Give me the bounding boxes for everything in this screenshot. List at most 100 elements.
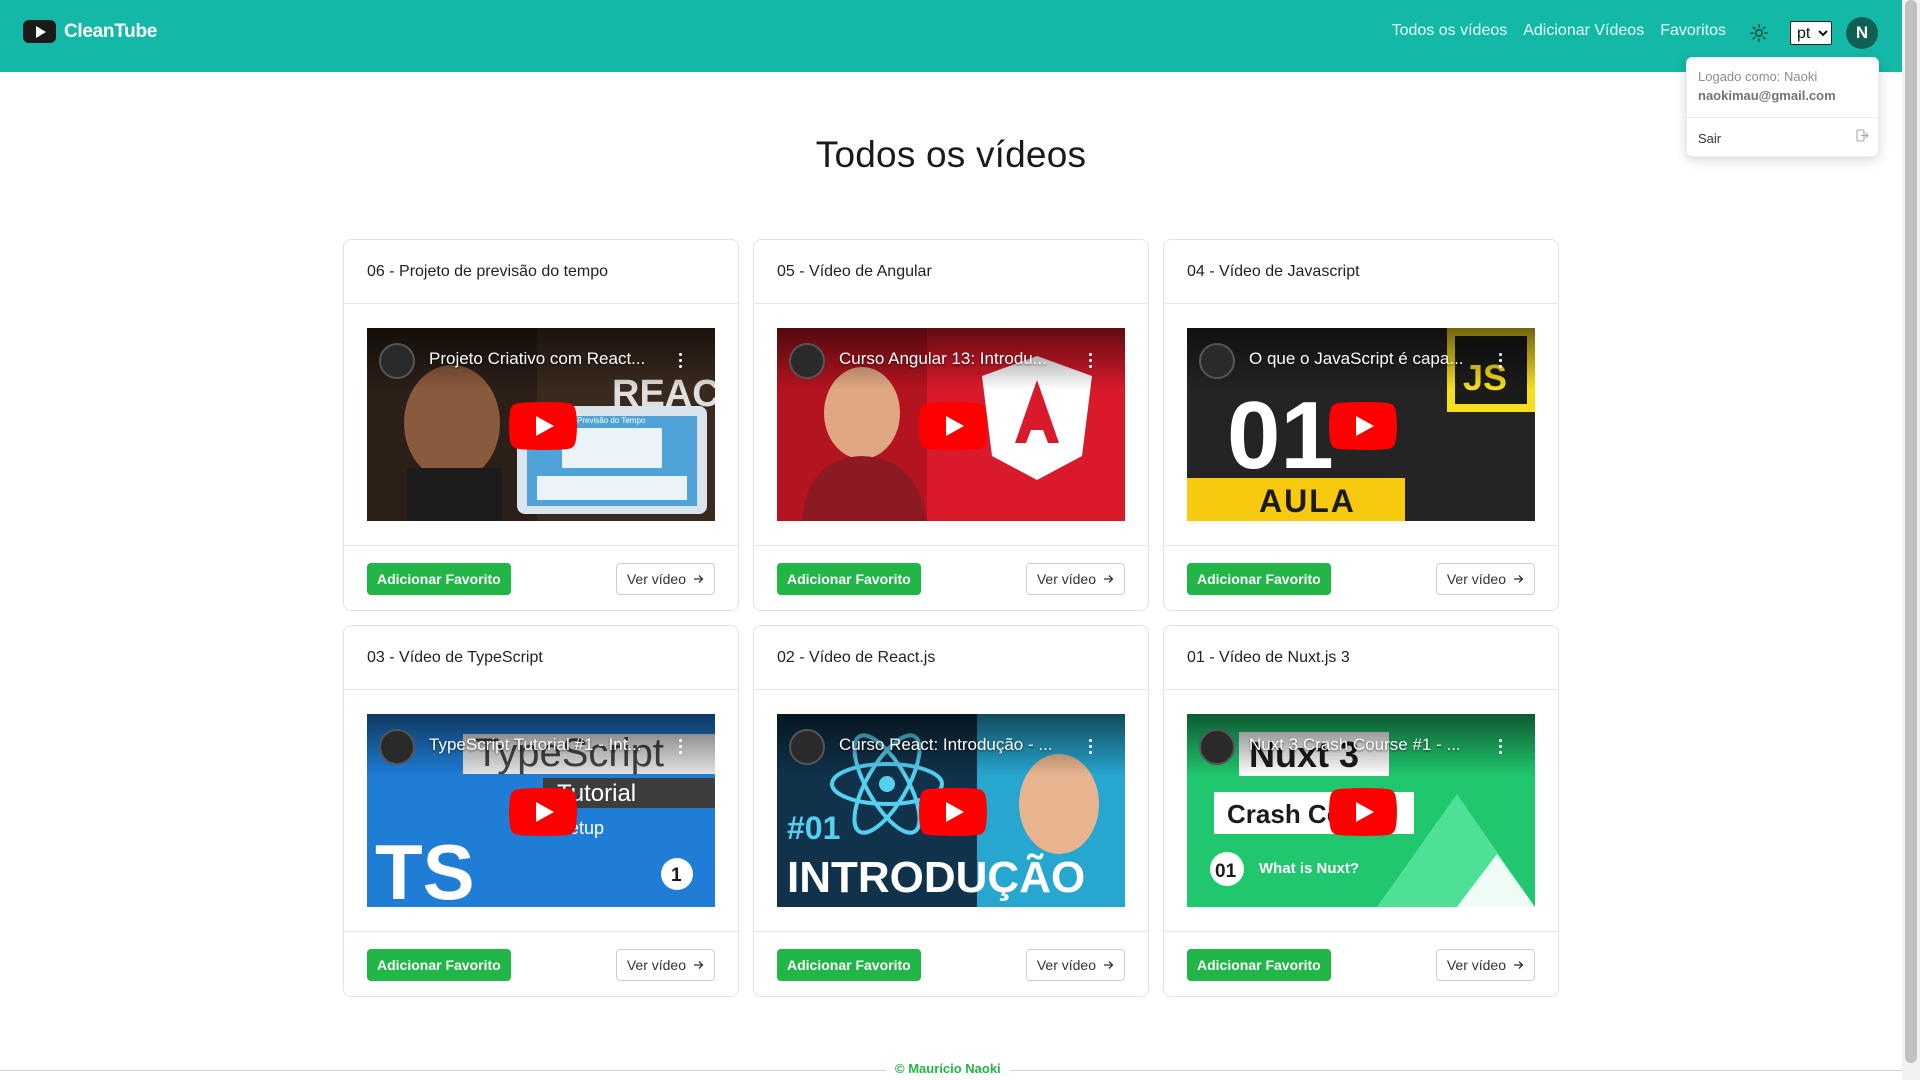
js-thumb-word: AULA <box>1259 483 1356 519</box>
play-button-icon[interactable] <box>1329 788 1397 836</box>
brand-logo-link[interactable]: CleanTube <box>23 20 157 43</box>
more-options-icon[interactable] <box>1089 353 1093 369</box>
arrow-right-icon <box>1103 571 1114 587</box>
video-embed[interactable]: Curso Angular 13: Introdu... <box>777 328 1125 521</box>
sun-icon[interactable] <box>1748 22 1770 44</box>
view-video-button[interactable]: Ver vídeo <box>615 563 715 595</box>
add-favorite-button[interactable]: Adicionar Favorito <box>777 563 921 595</box>
view-video-button[interactable]: Ver vídeo <box>1025 949 1125 981</box>
more-options-icon[interactable] <box>1499 739 1503 755</box>
video-embed[interactable]: JS 01 AULA O que o JavaScript é capa... <box>1187 328 1535 521</box>
video-card-title: 06 - Projeto de previsão do tempo <box>344 240 738 304</box>
video-card-footer: Adicionar Favorito Ver vídeo <box>344 545 738 610</box>
add-favorite-button[interactable]: Adicionar Favorito <box>777 949 921 981</box>
nav-link-all-videos[interactable]: Todos os vídeos <box>1392 22 1508 40</box>
video-card-title: 01 - Vídeo de Nuxt.js 3 <box>1164 626 1558 690</box>
embed-video-title[interactable]: Nuxt 3 Crash Course #1 - ... <box>1249 735 1489 755</box>
view-video-label: Ver vídeo <box>1446 957 1506 973</box>
arrow-right-icon <box>1103 957 1114 973</box>
channel-avatar-icon[interactable] <box>1199 343 1235 379</box>
video-card: 04 - Vídeo de Javascript JS 01 AULA O qu… <box>1163 239 1559 611</box>
js-thumb-number: 01 <box>1227 382 1334 489</box>
view-video-button[interactable]: Ver vídeo <box>1435 949 1535 981</box>
more-options-icon[interactable] <box>1499 353 1503 369</box>
scrollbar-thumb[interactable] <box>1905 0 1917 1063</box>
language-select[interactable]: pt <box>1790 21 1832 45</box>
user-email: naokimau@gmail.com <box>1698 88 1836 103</box>
channel-avatar-icon[interactable] <box>379 729 415 765</box>
navbar: CleanTube Todos os vídeos Adicionar Víde… <box>0 0 1902 72</box>
video-embed[interactable]: REACT Previsão do Tempo Projeto Criativo… <box>367 328 715 521</box>
video-thumbnail[interactable]: REACT Previsão do Tempo Projeto Criativo… <box>367 328 715 521</box>
view-video-label: Ver vídeo <box>626 571 686 587</box>
view-video-label: Ver vídeo <box>626 957 686 973</box>
video-card-title: 02 - Vídeo de React.js <box>754 626 1148 690</box>
embed-video-title[interactable]: Projeto Criativo com React... <box>429 349 669 369</box>
video-thumbnail[interactable]: TypeScript Tutorial TS Setup 1 TypeScrip… <box>367 714 715 907</box>
embed-video-title[interactable]: Curso Angular 13: Introdu... <box>839 349 1079 369</box>
play-button-icon[interactable] <box>1329 402 1397 450</box>
channel-avatar-icon[interactable] <box>379 343 415 379</box>
arrow-right-icon <box>693 957 704 973</box>
view-video-button[interactable]: Ver vídeo <box>615 949 715 981</box>
nav-link-add-videos[interactable]: Adicionar Vídeos <box>1523 22 1644 40</box>
user-dropdown-menu: Logado como: Naoki naokimau@gmail.com Sa… <box>1686 57 1879 157</box>
page-title: Todos os vídeos <box>815 134 1087 175</box>
view-video-label: Ver vídeo <box>1036 957 1096 973</box>
video-card-footer: Adicionar Favorito Ver vídeo <box>1164 545 1558 610</box>
ts-thumb-badge: TS <box>375 828 475 907</box>
video-card: 06 - Projeto de previsão do tempo REACT … <box>343 239 739 611</box>
video-thumbnail[interactable]: Nuxt 3 Crash Course 01 What is Nuxt? Nux… <box>1187 714 1535 907</box>
logout-icon <box>1856 129 1869 147</box>
video-grid: 06 - Projeto de previsão do tempo REACT … <box>343 239 1559 997</box>
video-card: 03 - Vídeo de TypeScript TypeScript Tuto… <box>343 625 739 997</box>
brand-name: CleanTube <box>64 20 158 42</box>
more-options-icon[interactable] <box>679 353 683 369</box>
weather-thumb-panel: Previsão do Tempo <box>577 416 646 425</box>
page-scrollbar[interactable] <box>1902 0 1920 1080</box>
view-video-button[interactable]: Ver vídeo <box>1025 563 1125 595</box>
embed-video-title[interactable]: Curso React: Introdução - ... <box>839 735 1079 755</box>
add-favorite-button[interactable]: Adicionar Favorito <box>367 563 511 595</box>
embed-video-title[interactable]: O que o JavaScript é capa... <box>1249 349 1489 369</box>
video-card-footer: Adicionar Favorito Ver vídeo <box>754 545 1148 610</box>
react-thumb-word: INTRODUÇÃO <box>787 852 1085 902</box>
channel-avatar-icon[interactable] <box>789 343 825 379</box>
view-video-label: Ver vídeo <box>1036 571 1096 587</box>
add-favorite-button[interactable]: Adicionar Favorito <box>1187 949 1331 981</box>
more-options-icon[interactable] <box>1089 739 1093 755</box>
video-embed[interactable]: #01 INTRODUÇÃO Curso React: Introdução -… <box>777 714 1125 907</box>
video-thumbnail[interactable]: #01 INTRODUÇÃO Curso React: Introdução -… <box>777 714 1125 907</box>
arrow-right-icon <box>1513 571 1524 587</box>
embed-video-title[interactable]: TypeScript Tutorial #1 - Int... <box>429 735 669 755</box>
video-thumbnail[interactable]: Curso Angular 13: Introdu... <box>777 328 1125 521</box>
play-button-icon[interactable] <box>919 402 987 450</box>
video-embed[interactable]: TypeScript Tutorial TS Setup 1 TypeScrip… <box>367 714 715 907</box>
arrow-right-icon <box>693 571 704 587</box>
play-button-icon[interactable] <box>919 788 987 836</box>
channel-avatar-icon[interactable] <box>1199 729 1235 765</box>
play-button-icon[interactable] <box>509 402 577 450</box>
video-card-footer: Adicionar Favorito Ver vídeo <box>754 931 1148 996</box>
logged-as-label: Logado como: Naoki <box>1698 69 1818 84</box>
add-favorite-button[interactable]: Adicionar Favorito <box>1187 563 1331 595</box>
dropdown-divider <box>1687 117 1878 118</box>
video-card: 02 - Vídeo de React.js #01 INTRODUÇÃO Cu… <box>753 625 1149 997</box>
nav-link-favorites[interactable]: Favoritos <box>1660 22 1726 40</box>
video-thumbnail[interactable]: JS 01 AULA O que o JavaScript é capa... <box>1187 328 1535 521</box>
logout-menu-item[interactable]: Sair <box>1698 128 1869 148</box>
footer-copyright: © Maurício Naoki <box>886 1061 1010 1076</box>
add-favorite-button[interactable]: Adicionar Favorito <box>367 949 511 981</box>
nuxt-thumb-question: What is Nuxt? <box>1259 860 1359 877</box>
view-video-label: Ver vídeo <box>1446 571 1506 587</box>
video-card-footer: Adicionar Favorito Ver vídeo <box>1164 931 1558 996</box>
avatar[interactable]: N <box>1846 17 1878 49</box>
video-card: 01 - Vídeo de Nuxt.js 3 Nuxt 3 Crash Cou… <box>1163 625 1559 997</box>
video-card-title: 03 - Vídeo de TypeScript <box>344 626 738 690</box>
view-video-button[interactable]: Ver vídeo <box>1435 563 1535 595</box>
video-embed[interactable]: Nuxt 3 Crash Course 01 What is Nuxt? Nux… <box>1187 714 1535 907</box>
play-button-icon[interactable] <box>509 788 577 836</box>
more-options-icon[interactable] <box>679 739 683 755</box>
react-thumb-number: #01 <box>787 810 840 846</box>
channel-avatar-icon[interactable] <box>789 729 825 765</box>
